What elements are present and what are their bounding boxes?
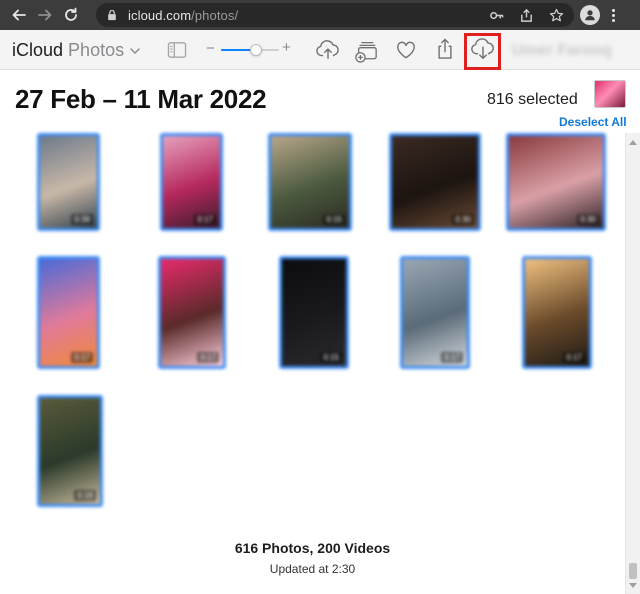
photo-grid: 0:39 0:17 0:15 0:30 0:30 0:17 0:17 0:15 0:17 0:17… <box>0 133 625 533</box>
video-duration: 0:30 <box>452 214 474 225</box>
url-text: icloud.com/photos/ <box>128 8 238 23</box>
favorite-button[interactable] <box>394 39 418 61</box>
zoom-out-button[interactable]: − <box>206 40 215 57</box>
scrollbar[interactable] <box>625 133 640 594</box>
video-duration: 0:15 <box>320 352 342 363</box>
updated-time: Updated at 2:30 <box>269 562 356 576</box>
video-duration: 0:39 <box>71 214 93 225</box>
forward-arrow-icon <box>38 9 52 21</box>
back-arrow-icon <box>12 9 26 21</box>
download-highlight-box <box>464 33 501 70</box>
photo-tile[interactable]: 0:17 <box>158 256 226 369</box>
video-duration: 0:19 <box>74 490 96 501</box>
url-path: /photos/ <box>191 7 239 23</box>
video-duration: 0:17 <box>441 352 463 363</box>
page-title: 27 Feb – 11 Mar 2022 <box>15 84 267 114</box>
scrollbar-thumb[interactable] <box>629 563 637 579</box>
video-duration: 0:17 <box>197 352 219 363</box>
video-duration: 0:15 <box>323 214 345 225</box>
video-duration: 0:17 <box>563 352 585 363</box>
user-name[interactable]: Umer Farooq <box>512 42 612 60</box>
photo-tile[interactable]: 0:39 <box>37 133 100 231</box>
share-icon[interactable] <box>518 7 534 23</box>
back-button[interactable] <box>6 0 32 30</box>
photo-tile[interactable]: 0:30 <box>506 133 606 231</box>
scroll-down-arrow[interactable] <box>629 583 637 588</box>
icloud-toolbar: iCloud Photos − + Umer Farooq <box>0 30 640 70</box>
video-duration: 0:17 <box>194 214 216 225</box>
address-bar[interactable]: icloud.com/photos/ <box>96 3 574 27</box>
video-duration: 0:30 <box>577 214 599 225</box>
library-count: 616 Photos, 200 Videos <box>234 540 391 556</box>
photo-tile[interactable]: 0:17 <box>400 256 470 369</box>
upload-button[interactable] <box>314 38 342 62</box>
profile-icon[interactable] <box>580 5 600 25</box>
zoom-in-button[interactable]: + <box>282 39 291 56</box>
reload-button[interactable] <box>58 0 84 30</box>
url-host: icloud.com <box>128 7 192 23</box>
photo-tile[interactable]: 0:15 <box>268 133 352 231</box>
deselect-all-button[interactable]: Deselect All <box>559 115 627 129</box>
photo-tile[interactable]: 0:15 <box>279 256 349 369</box>
lock-icon <box>106 8 120 22</box>
add-to-album-button[interactable] <box>353 36 379 64</box>
photo-tile[interactable]: 0:19 <box>37 395 103 507</box>
reload-icon <box>65 7 77 21</box>
photo-tile[interactable]: 0:30 <box>389 133 481 231</box>
video-duration: 0:17 <box>71 352 93 363</box>
key-icon[interactable] <box>488 7 504 23</box>
kebab-menu-icon[interactable] <box>612 8 615 22</box>
zoom-slider[interactable] <box>221 44 279 56</box>
selected-count: 816 selected <box>487 91 578 108</box>
app-brand[interactable]: iCloud Photos <box>12 40 124 61</box>
share-button[interactable] <box>434 36 456 62</box>
selection-thumbnail[interactable] <box>594 80 626 108</box>
photo-tile[interactable]: 0:17 <box>522 256 592 369</box>
zoom-slider-thumb[interactable] <box>249 44 262 56</box>
heart-icon <box>397 41 415 59</box>
sidebar-toggle-icon <box>167 42 187 58</box>
photo-tile[interactable]: 0:17 <box>37 256 100 369</box>
star-icon[interactable] <box>548 7 564 23</box>
scroll-up-arrow[interactable] <box>629 140 637 145</box>
add-to-album-icon <box>355 42 377 63</box>
brand-app-name: Photos <box>68 40 125 60</box>
sidebar-toggle-button[interactable] <box>166 40 188 60</box>
chevron-down-icon[interactable] <box>130 47 140 55</box>
share-icon <box>438 38 452 59</box>
photo-tile[interactable]: 0:17 <box>160 133 223 231</box>
brand-icloud: iCloud <box>12 40 64 60</box>
forward-button[interactable] <box>32 0 58 30</box>
upload-icon <box>316 40 339 59</box>
